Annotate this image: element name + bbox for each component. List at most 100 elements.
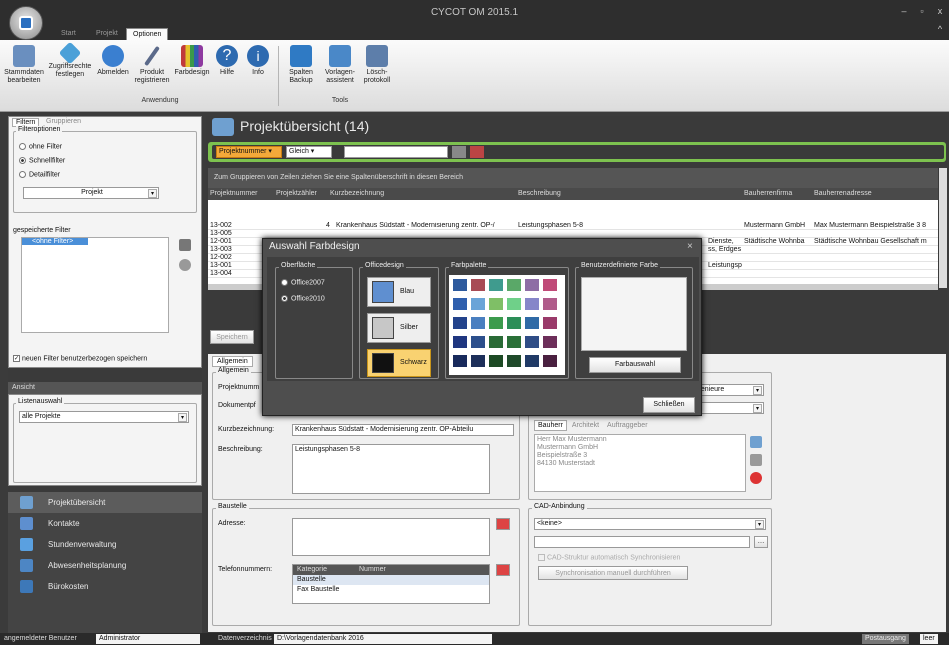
- tab-allgemein[interactable]: Allgemein: [212, 356, 253, 367]
- palette-swatch[interactable]: [525, 298, 539, 310]
- ingenieure-select[interactable]: genieure ▾: [694, 384, 764, 396]
- palette-swatch[interactable]: [543, 317, 557, 329]
- radio-ohne-filter[interactable]: ohne Filter: [19, 143, 62, 150]
- palette-swatch[interactable]: [525, 336, 539, 348]
- col-projektzaehler[interactable]: Projektzähler: [276, 188, 317, 200]
- vorlagen-assistent-button[interactable]: Vorlagen-assistent: [322, 45, 358, 95]
- palette-swatch[interactable]: [453, 317, 467, 329]
- beschreibung-input[interactable]: Leistungsphasen 5-8: [292, 444, 490, 494]
- saved-filter-list[interactable]: <ohne Filter>: [21, 237, 169, 333]
- save-filter-icon[interactable]: [179, 239, 191, 251]
- palette-swatch[interactable]: [471, 355, 485, 367]
- col-bauherrenfirma[interactable]: Bauherrenfirma: [744, 188, 792, 200]
- filter-field-select[interactable]: Projektnummer ▾: [216, 146, 282, 158]
- benutzerbezogen-checkbox[interactable]: ✓ neuen Filter benutzerbezogen speichern: [13, 355, 147, 362]
- minimize-button[interactable]: –: [898, 6, 910, 16]
- palette-swatch[interactable]: [489, 336, 503, 348]
- palette-swatch[interactable]: [507, 336, 521, 348]
- col-bauherrenadresse[interactable]: Bauherrenadresse: [814, 188, 872, 200]
- edit-phone-icon[interactable]: [496, 564, 510, 576]
- nav-abwesenheitsplanung[interactable]: Abwesenheitsplanung: [8, 555, 202, 576]
- palette-swatch[interactable]: [471, 317, 485, 329]
- palette-swatch[interactable]: [507, 317, 521, 329]
- palette-swatch[interactable]: [489, 317, 503, 329]
- palette-swatch[interactable]: [525, 317, 539, 329]
- sync-button[interactable]: Synchronisation manuell durchführen: [538, 566, 688, 580]
- palette-swatch[interactable]: [507, 279, 521, 291]
- palette-swatch[interactable]: [543, 279, 557, 291]
- search-icon[interactable]: [750, 436, 762, 448]
- palette-swatch[interactable]: [507, 355, 521, 367]
- nav-buerokosten[interactable]: Bürokosten: [8, 576, 202, 597]
- palette-swatch[interactable]: [507, 298, 521, 310]
- col-projektnummer[interactable]: Projektnummer: [210, 188, 257, 200]
- radio-detailfilter[interactable]: Detailfilter: [19, 171, 60, 178]
- table-row[interactable]: 13-002 4 Krankenhaus Südstatt - Modernisie…: [208, 222, 938, 230]
- close-button[interactable]: x: [934, 6, 946, 16]
- clear-filter-icon[interactable]: [470, 146, 484, 158]
- loesch-protokoll-button[interactable]: Lösch-protokoll: [360, 45, 394, 95]
- palette-swatch[interactable]: [543, 298, 557, 310]
- design-silber-button[interactable]: Silber: [367, 313, 431, 343]
- tab-gruppieren[interactable]: Gruppieren: [43, 118, 84, 125]
- maximize-button[interactable]: ▫: [916, 6, 928, 16]
- palette-swatch[interactable]: [471, 298, 485, 310]
- dialog-close-button[interactable]: ×: [687, 241, 693, 252]
- palette-swatch[interactable]: [543, 336, 557, 348]
- nav-projektuebersicht[interactable]: Projektübersicht: [8, 492, 202, 513]
- tab-auftraggeber[interactable]: Auftraggeber: [604, 421, 650, 430]
- edit-address-icon[interactable]: [496, 518, 510, 530]
- cad-sync-checkbox[interactable]: CAD-Struktur automatisch Synchronisieren: [538, 554, 680, 561]
- filter-value-input[interactable]: [344, 146, 448, 158]
- filter-operator-select[interactable]: Gleich ▾: [286, 146, 332, 158]
- schliessen-button[interactable]: Schließen: [643, 397, 695, 413]
- detailfilter-select[interactable]: Projekt ▾: [23, 187, 159, 199]
- table-row[interactable]: 13-005: [208, 230, 938, 238]
- table-row[interactable]: Fax Baustelle: [293, 585, 489, 595]
- palette-swatch[interactable]: [489, 279, 503, 291]
- browse-button[interactable]: …: [754, 536, 768, 548]
- cad-path-input[interactable]: [534, 536, 750, 548]
- palette-swatch[interactable]: [471, 336, 485, 348]
- design-schwarz-button[interactable]: Schwarz: [367, 349, 431, 377]
- farbauswahl-button[interactable]: Farbauswahl: [589, 357, 681, 373]
- zugriffsrechte-button[interactable]: Zugriffsrechte festlegen: [48, 41, 92, 95]
- tab-bauherr[interactable]: Bauherr: [534, 420, 567, 431]
- palette-swatch[interactable]: [471, 279, 485, 291]
- apply-filter-icon[interactable]: [452, 146, 466, 158]
- palette-swatch[interactable]: [453, 298, 467, 310]
- listselect-select[interactable]: alle Projekte ▾: [19, 411, 189, 423]
- second-select[interactable]: ▾: [694, 402, 764, 414]
- palette-swatch[interactable]: [543, 355, 557, 367]
- info-button[interactable]: i Info: [244, 45, 272, 95]
- col-kurzbezeichnung[interactable]: Kurzbezeichnung: [330, 188, 384, 200]
- palette-swatch[interactable]: [489, 355, 503, 367]
- spalten-backup-button[interactable]: Spalten Backup: [282, 45, 320, 95]
- table-row[interactable]: Baustelle: [293, 575, 489, 585]
- tab-architekt[interactable]: Architekt: [569, 421, 602, 430]
- nav-stundenverwaltung[interactable]: Stundenverwaltung: [8, 534, 202, 555]
- radio-schnellfilter[interactable]: Schnellfilter: [19, 157, 65, 164]
- remove-contact-icon[interactable]: [750, 472, 762, 484]
- palette-swatch[interactable]: [525, 279, 539, 291]
- abmelden-button[interactable]: Abmelden: [96, 45, 130, 95]
- farbdesign-button[interactable]: Farbdesign: [174, 45, 210, 95]
- stammdaten-button[interactable]: Stammdaten bearbeiten: [4, 45, 44, 95]
- kurzbezeichnung-input[interactable]: Krankenhaus Südstatt - Modernisierung ze…: [292, 424, 514, 436]
- palette-swatch[interactable]: [489, 298, 503, 310]
- design-blau-button[interactable]: Blau: [367, 277, 431, 307]
- palette-swatch[interactable]: [453, 336, 467, 348]
- produkt-registrieren-button[interactable]: Produkt registrieren: [132, 45, 172, 95]
- palette-swatch[interactable]: [525, 355, 539, 367]
- cad-select[interactable]: <keine> ▾: [534, 518, 766, 530]
- save-button[interactable]: Speichern: [210, 330, 254, 344]
- radio-office2010[interactable]: Office2010: [281, 295, 325, 302]
- palette-swatch[interactable]: [453, 355, 467, 367]
- assign-contact-icon[interactable]: [750, 454, 762, 466]
- delete-filter-icon[interactable]: [179, 259, 191, 271]
- saved-filter-item[interactable]: <ohne Filter>: [22, 238, 88, 245]
- palette-swatch[interactable]: [453, 279, 467, 291]
- adresse-input[interactable]: [292, 518, 490, 556]
- ribbon-collapse-icon[interactable]: ^: [934, 24, 946, 34]
- grid-scrollbar[interactable]: [939, 168, 947, 288]
